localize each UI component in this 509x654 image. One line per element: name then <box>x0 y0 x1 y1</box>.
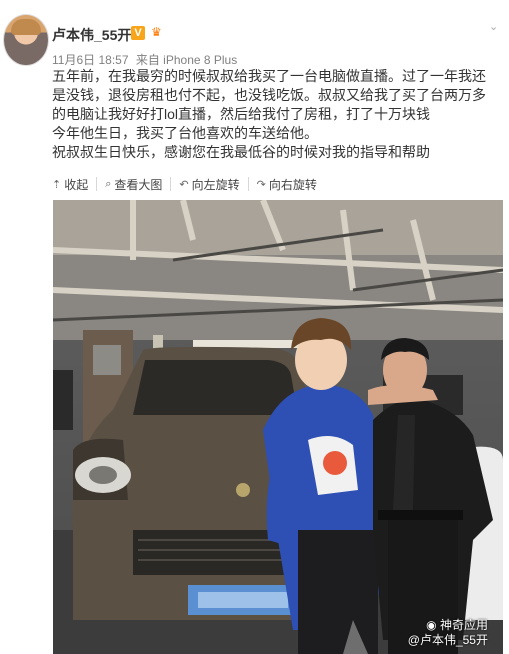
rotate-left-label: 向左旋转 <box>191 177 240 192</box>
post-date[interactable]: 11月6日 18:57 <box>52 53 129 67</box>
rotate-left-icon: ↶ <box>179 178 189 191</box>
view-large-button[interactable]: ⌕ 查看大图 <box>105 177 172 192</box>
chevron-down-icon[interactable]: ⌄ <box>489 22 499 33</box>
collapse-icon: ⇡ <box>52 178 62 191</box>
watermark-handle: @卢本伟_55开 <box>407 633 488 647</box>
rotate-right-label: 向右旋转 <box>268 177 317 192</box>
post-photo[interactable]: ◉ 神奇应用 @卢本伟_55开 <box>53 200 503 654</box>
author-name[interactable]: 卢本伟_55开 <box>52 25 131 45</box>
crown-icon: ♛ <box>151 25 162 39</box>
image-toolbar: ⇡ 收起 ⌕ 查看大图 ↶ 向左旋转 ↷ 向右旋转 <box>52 177 333 197</box>
rotate-right-button[interactable]: ↷ 向右旋转 <box>256 177 325 192</box>
avatar[interactable] <box>3 14 49 66</box>
collapse-button[interactable]: ⇡ 收起 <box>52 177 98 192</box>
zoom-icon: ⌕ <box>105 177 112 190</box>
collapse-label: 收起 <box>64 177 89 192</box>
post-paragraph: 五年前，在我最穷的时候叔叔给我买了一台电脑做直播。过了一年我还是没钱，退役房租也… <box>52 68 486 122</box>
post-paragraph: 祝叔叔生日快乐，感谢您在我最低谷的时候对我的指导和帮助 <box>52 144 430 160</box>
watermark-brand: 神奇应用 <box>439 618 488 632</box>
post-meta: 11月6日 18:57 来自 iPhone 8 Plus <box>52 51 241 68</box>
vip-badge: V <box>131 26 145 40</box>
post-source[interactable]: 来自 iPhone 8 Plus <box>136 53 237 67</box>
view-large-label: 查看大图 <box>114 177 163 192</box>
rotate-right-icon: ↷ <box>256 178 266 191</box>
weibo-eye-icon: ◉ <box>426 618 437 632</box>
post-text: 五年前，在我最穷的时候叔叔给我买了一台电脑做直播。过了一年我还是没钱，退役房租也… <box>52 67 497 162</box>
watermark: ◉ 神奇应用 @卢本伟_55开 <box>408 618 488 648</box>
post-paragraph: 今年他生日，我买了台他喜欢的车送给他。 <box>52 125 318 141</box>
rotate-left-button[interactable]: ↶ 向左旋转 <box>179 177 249 192</box>
photo-illustration <box>53 200 503 654</box>
